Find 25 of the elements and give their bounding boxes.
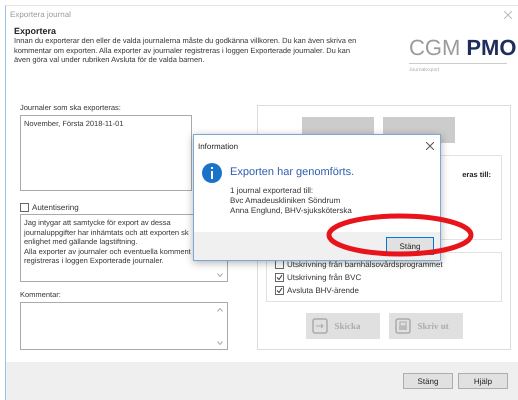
window-title: Exportera journal	[10, 10, 71, 19]
footer-button[interactable]: Stäng	[403, 373, 453, 389]
logo-text: CGM	[409, 35, 460, 61]
dialog-text-line: Anna Englund, BHV-sjuksköterska	[230, 206, 353, 216]
checkbox-label: Autentisering	[32, 203, 79, 212]
dialog-text-line: 1 journal exporterad till:	[230, 186, 314, 196]
section-title: Exportera	[14, 26, 58, 36]
info-icon	[202, 163, 222, 183]
checkbox[interactable]	[275, 273, 284, 282]
checkbox-label: Avsluta BHV-ärende	[287, 286, 359, 295]
checkbox-label: Utskrivning från BVC	[287, 273, 362, 282]
scroll-down-icon[interactable]	[217, 341, 223, 345]
footer-button[interactable]: Hjälp	[458, 373, 508, 389]
close-icon[interactable]	[426, 142, 434, 150]
dialog-heading: Exporten har genomförts.	[230, 166, 354, 178]
checkbox[interactable]	[275, 286, 284, 295]
comment-field[interactable]	[20, 302, 228, 350]
checkbox-label: Utskrivning från barnhälsovårdsprogrammet	[287, 260, 443, 269]
checkbox[interactable]	[20, 203, 29, 212]
logo-text: PMO	[466, 35, 516, 61]
dialog-title: Information	[198, 142, 238, 150]
dialog-text-line: Bvc Amadeuskliniken Söndrum	[230, 196, 342, 206]
printer-icon	[394, 318, 410, 334]
scroll-up-icon[interactable]	[217, 308, 223, 312]
scroll-down-icon[interactable]	[217, 273, 223, 277]
